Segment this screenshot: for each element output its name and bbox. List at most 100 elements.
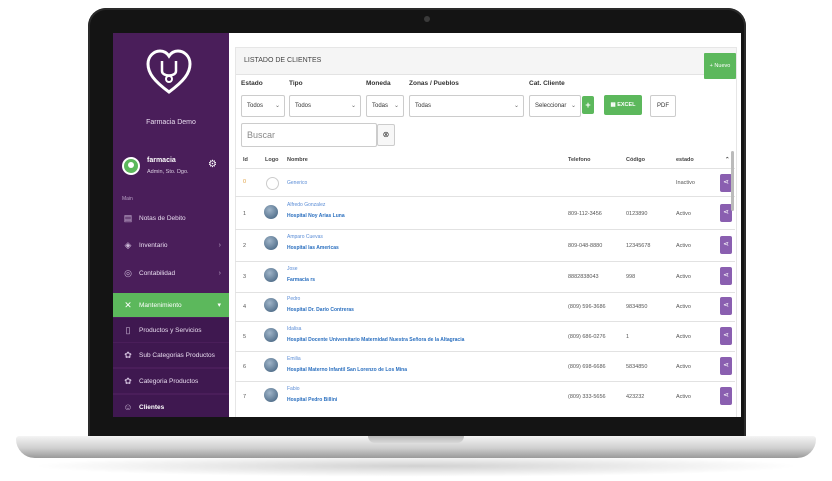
moneda-value: Todas bbox=[372, 103, 389, 109]
share-icon[interactable]: ⋖ bbox=[720, 236, 732, 254]
users-icon: ☺ bbox=[123, 402, 133, 412]
client-contact: Pedro bbox=[287, 296, 301, 302]
client-logo bbox=[264, 388, 278, 402]
client-name-link[interactable]: Hospital Pedro Billini bbox=[287, 397, 337, 403]
heart-stethoscope-logo bbox=[146, 49, 192, 94]
client-name-link[interactable]: Generico bbox=[287, 180, 307, 186]
panel-title: LISTADO DE CLIENTES bbox=[236, 48, 736, 75]
row-id: 5 bbox=[243, 334, 247, 340]
row-divider bbox=[235, 321, 735, 322]
sort-icon[interactable]: ⌃ bbox=[725, 157, 730, 163]
row-id: 4 bbox=[243, 304, 247, 310]
scrollbar[interactable] bbox=[731, 151, 734, 211]
column-header-estado: estado bbox=[676, 157, 694, 163]
sidebar-item-sub-categorias[interactable]: ✿ Sub Categorias Productos bbox=[113, 343, 229, 367]
share-icon[interactable]: ⋖ bbox=[720, 387, 732, 405]
chevron-down-icon: ⌄ bbox=[570, 103, 576, 109]
sidebar-item-notas-debito[interactable]: ▤ Notas de Debito bbox=[113, 206, 229, 230]
client-contact: Amparo Cuevas bbox=[287, 234, 323, 240]
row-divider bbox=[235, 292, 735, 293]
client-status: Activo bbox=[676, 364, 691, 370]
estado-select[interactable]: Todos ⌄ bbox=[241, 95, 285, 117]
sidebar-item-categoria-productos[interactable]: ✿ Categoria Productos bbox=[113, 369, 229, 393]
row-id: 3 bbox=[243, 274, 247, 280]
new-client-button[interactable]: + Nuevo bbox=[704, 53, 736, 79]
sidebar-item-label: Mantenimiento bbox=[139, 301, 182, 309]
share-icon[interactable]: ⋖ bbox=[720, 267, 732, 285]
sidebar-section-label: Main bbox=[122, 196, 133, 202]
filter-label-estado: Estado bbox=[241, 80, 263, 87]
client-name-link[interactable]: Farmacia rs bbox=[287, 277, 315, 283]
sidebar-item-label: Sub Categorias Productos bbox=[139, 351, 215, 359]
wrench-icon: ✕ bbox=[124, 299, 132, 310]
box-icon: ◈ bbox=[124, 239, 132, 250]
client-status: Activo bbox=[676, 394, 691, 400]
zonas-select[interactable]: Todas ⌄ bbox=[409, 95, 524, 117]
sidebar: Farmacia Demo farmacia Admin, Sto. Dgo. … bbox=[113, 33, 229, 417]
client-name-link[interactable]: Hospital Docente Universitario Maternida… bbox=[287, 337, 464, 343]
client-contact: Jose bbox=[287, 266, 298, 272]
client-contact: Idalisa bbox=[287, 326, 302, 332]
sidebar-item-productos-servicios[interactable]: ▯ Productos y Servicios bbox=[113, 318, 229, 342]
filter-label-zonas: Zonas / Pueblos bbox=[409, 80, 459, 87]
client-code: 423232 bbox=[626, 394, 645, 400]
user-panel[interactable]: farmacia Admin, Sto. Dgo. ⚙ bbox=[122, 155, 222, 181]
zonas-value: Todas bbox=[415, 103, 432, 109]
client-name-link[interactable]: Hospital Dr. Darío Contreras bbox=[287, 307, 354, 313]
row-id: 2 bbox=[243, 243, 247, 249]
chevron-down-icon: ⌄ bbox=[350, 103, 356, 109]
search-input[interactable]: Buscar bbox=[241, 123, 377, 147]
search-button[interactable]: ⊗ bbox=[377, 124, 395, 146]
client-logo bbox=[264, 358, 278, 372]
chevron-down-icon: ▾ bbox=[217, 302, 221, 309]
client-name-link[interactable]: Hospital las Americas bbox=[287, 245, 339, 251]
excel-button[interactable]: ▦ EXCEL bbox=[604, 95, 642, 115]
laptop-shadow bbox=[30, 455, 802, 477]
share-icon[interactable]: ⋖ bbox=[720, 327, 732, 345]
tipo-select[interactable]: Todos ⌄ bbox=[289, 95, 361, 117]
client-phone: (809) 333-5656 bbox=[568, 394, 606, 400]
sidebar-item-label: Productos y Servicios bbox=[139, 326, 202, 334]
sidebar-item-label: Contabilidad bbox=[139, 269, 176, 277]
user-name: farmacia bbox=[147, 157, 176, 164]
sidebar-item-mantenimiento[interactable]: ✕ Mantenimiento ▾ bbox=[113, 293, 229, 317]
gear-icon[interactable]: ⚙ bbox=[208, 159, 217, 170]
document-icon: ▤ bbox=[123, 212, 133, 223]
client-phone: 809-112-3456 bbox=[568, 211, 602, 217]
laptop-notch bbox=[368, 436, 464, 443]
header-divider bbox=[235, 168, 735, 169]
row-id: 7 bbox=[243, 394, 247, 400]
avatar[interactable] bbox=[122, 157, 140, 175]
client-phone: 8882838043 bbox=[568, 274, 599, 280]
row-id: 6 bbox=[243, 364, 247, 370]
share-icon[interactable]: ⋖ bbox=[720, 357, 732, 375]
chevron-right-icon: › bbox=[218, 241, 221, 249]
estado-value: Todos bbox=[247, 103, 264, 109]
file-icon: ▯ bbox=[125, 324, 131, 335]
share-icon[interactable]: ⋖ bbox=[720, 297, 732, 315]
tag-icon: ✿ bbox=[124, 349, 132, 360]
client-logo bbox=[266, 177, 279, 190]
client-code: 12345678 bbox=[626, 243, 651, 249]
cat-cliente-select[interactable]: Seleccionar ⌄ bbox=[529, 95, 581, 117]
add-category-button[interactable]: + bbox=[582, 96, 594, 114]
moneda-select[interactable]: Todas ⌄ bbox=[366, 95, 404, 117]
pdf-button[interactable]: PDF bbox=[650, 95, 676, 117]
client-name-link[interactable]: Hospital Noy Arias Luna bbox=[287, 213, 345, 219]
client-status: Activo bbox=[676, 334, 691, 340]
client-name-link[interactable]: Hospital Materno Infantil San Lorenzo de… bbox=[287, 367, 407, 373]
row-id: 1 bbox=[243, 211, 247, 217]
client-logo bbox=[264, 205, 278, 219]
calculator-icon: ◎ bbox=[124, 267, 132, 278]
column-header-nombre: Nombre bbox=[287, 157, 308, 163]
sidebar-item-clientes[interactable]: ☺ Clientes bbox=[113, 395, 229, 417]
client-code: 9834850 bbox=[626, 304, 648, 310]
sidebar-item-contabilidad[interactable]: ◎ Contabilidad › bbox=[113, 261, 229, 285]
client-status: Activo bbox=[676, 211, 691, 217]
row-id: 0 bbox=[243, 179, 247, 185]
sidebar-item-inventario[interactable]: ◈ Inventario › bbox=[113, 233, 229, 257]
client-logo bbox=[264, 268, 278, 282]
tipo-value: Todos bbox=[295, 103, 312, 109]
client-code: 1 bbox=[626, 334, 630, 340]
client-phone: (809) 686-0276 bbox=[568, 334, 606, 340]
